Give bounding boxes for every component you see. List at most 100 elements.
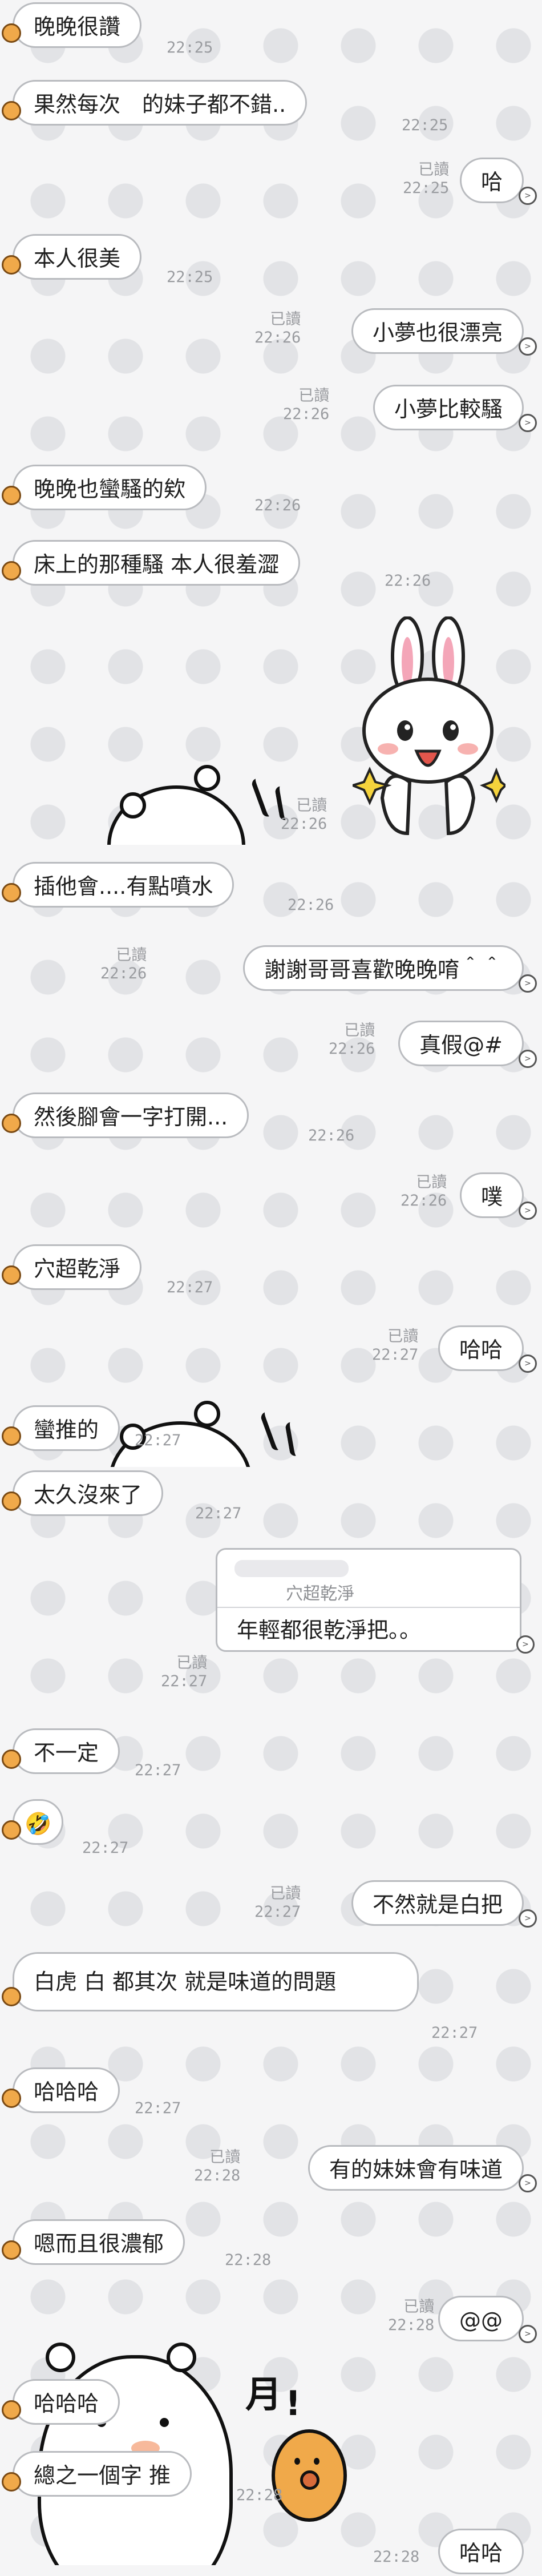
- quoted-text: 穴超乾淨: [286, 1584, 354, 1604]
- message-bubble-outgoing[interactable]: 哈 >: [459, 158, 537, 205]
- message-text: 不然就是白把: [372, 1892, 503, 1917]
- sender-avatar-icon: [2, 1426, 21, 1446]
- message-text: 太久沒來了: [34, 1482, 143, 1507]
- reply-message-card[interactable]: 穴超乾淨 年輕都很乾淨把。。 >: [216, 1548, 535, 1654]
- message-bubble-outgoing[interactable]: 小夢比較騷 >: [373, 385, 537, 432]
- message-meta: 已讀 22:25: [403, 161, 449, 197]
- message-text: 哈哈哈: [34, 2079, 99, 2105]
- message-bubble-outgoing[interactable]: 有的妹妹會有味道 >: [308, 2145, 537, 2192]
- sender-avatar-icon: [2, 1749, 21, 1769]
- message-text: 哈: [480, 170, 503, 195]
- message-meta: 已讀 22:26: [281, 797, 327, 833]
- message-text: 哈哈: [459, 2541, 503, 2566]
- message-timestamp: 22:27: [431, 2024, 478, 2042]
- read-receipt: 已讀: [270, 1885, 301, 1902]
- message-bubble-incoming[interactable]: 穴超乾淨: [2, 1244, 142, 1290]
- read-receipt: 已讀: [209, 2148, 241, 2166]
- message-bubble-outgoing[interactable]: 真假@# >: [398, 1021, 537, 1068]
- message-text: 果然每次 的妹子都不錯..: [34, 92, 286, 117]
- message-bubble-incoming[interactable]: 插他會....有點噴水: [2, 862, 234, 908]
- message-bubble-outgoing[interactable]: 噗 >: [459, 1172, 537, 1220]
- message-timestamp: 22:26: [254, 497, 301, 514]
- message-timestamp: 22:27: [135, 1432, 181, 1449]
- message-timestamp: 22:26: [401, 1192, 447, 1210]
- message-tail-icon: >: [519, 337, 537, 356]
- message-text: 總之一個字 推: [34, 2463, 171, 2488]
- message-meta: 已讀 22:27: [254, 1885, 301, 1921]
- sender-avatar-icon: [2, 2472, 21, 2492]
- message-text: 不一定: [34, 1740, 99, 1765]
- message-bubble-incoming[interactable]: 然後腳會一字打開...: [2, 1093, 249, 1138]
- quoted-message[interactable]: 穴超乾淨: [217, 1550, 520, 1608]
- message-text: 白虎 白 都其次 就是味道的問題: [34, 1969, 337, 1994]
- message-timestamp: 22:28: [373, 2548, 420, 2566]
- message-tail-icon: >: [519, 414, 537, 432]
- message-text: 小夢比較騷: [394, 397, 503, 422]
- message-timestamp: 22:27: [135, 2099, 181, 2117]
- message-bubble-incoming[interactable]: 太久沒來了: [2, 1470, 164, 1516]
- message-bubble-outgoing[interactable]: 謝謝哥哥喜歡晚晚唷＾＾ >: [242, 945, 537, 993]
- read-receipt: 已讀: [344, 1022, 375, 1039]
- message-bubble-outgoing[interactable]: 不然就是白把 >: [351, 1880, 537, 1928]
- message-timestamp: 22:26: [308, 1127, 355, 1144]
- message-row-incoming: 蠻推的 22:27: [0, 1398, 542, 1467]
- message-bubble-incoming[interactable]: 總之一個字 推: [2, 2451, 192, 2497]
- message-timestamp: 22:28: [225, 2251, 272, 2269]
- message-meta: 已讀 22:28: [388, 2298, 434, 2335]
- message-bubble-outgoing[interactable]: 小夢也很漂亮 >: [351, 308, 537, 356]
- read-receipt: 已讀: [176, 1654, 208, 1672]
- message-tail-icon: >: [516, 1635, 535, 1654]
- read-receipt: 已讀: [298, 387, 330, 405]
- message-timestamp: 22:27: [167, 1279, 213, 1296]
- message-timestamp: 22:26: [100, 965, 147, 982]
- cony-rabbit-sticker[interactable]: [353, 616, 505, 845]
- message-bubble-outgoing[interactable]: @@ >: [438, 2296, 537, 2343]
- message-timestamp: 22:26: [281, 815, 327, 833]
- peeking-bear-sticker: [97, 1398, 325, 1467]
- message-bubble-incoming[interactable]: 白虎 白 都其次 就是味道的問題: [2, 1952, 419, 2011]
- message-meta: 已讀 22:27: [372, 1328, 418, 1364]
- message-bubble-outgoing[interactable]: 哈哈: [438, 2529, 524, 2574]
- sender-avatar-icon: [2, 1265, 21, 1285]
- message-timestamp: 22:25: [167, 268, 213, 286]
- message-meta: 已讀 22:26: [283, 387, 329, 424]
- read-receipt: 已讀: [116, 946, 147, 964]
- sender-avatar-icon: [2, 1491, 21, 1511]
- message-timestamp: 22:26: [329, 1040, 375, 1058]
- message-timestamp: 22:25: [402, 116, 448, 134]
- sender-avatar-icon: [2, 1987, 21, 2006]
- message-meta: 已讀 22:26: [401, 1174, 447, 1210]
- message-bubble-incoming[interactable]: 哈哈哈: [2, 2379, 120, 2425]
- sender-avatar-icon: [2, 1820, 21, 1840]
- sender-avatar-icon: [2, 255, 21, 275]
- message-meta: 已讀 22:26: [100, 946, 147, 983]
- message-timestamp: 22:26: [385, 572, 431, 590]
- peeking-bear-sticker: [103, 765, 308, 845]
- message-bubble-incoming[interactable]: 床上的那種騷 本人很羞澀: [2, 540, 301, 586]
- message-text: 本人很美: [34, 246, 121, 271]
- message-timestamp: 22:28: [194, 2167, 241, 2184]
- message-bubble-incoming[interactable]: 果然每次 的妹子都不錯..: [2, 80, 308, 126]
- message-bubble-incoming[interactable]: 晚晚很讚: [2, 2, 142, 48]
- message-meta: 已讀 22:26: [254, 311, 301, 347]
- message-meta: 已讀 22:28: [194, 2148, 240, 2185]
- message-text: 哈哈: [459, 1337, 503, 1362]
- sender-avatar-icon: [2, 2089, 21, 2108]
- emoji-rofl-icon: 🤣: [25, 1811, 52, 1836]
- message-bubble-outgoing[interactable]: 哈哈 >: [438, 1325, 537, 1373]
- message-timestamp: 22:26: [288, 896, 334, 914]
- message-timestamp: 22:27: [161, 1672, 208, 1690]
- message-text: 真假@#: [419, 1033, 503, 1058]
- message-bubble-incoming[interactable]: 哈哈哈: [2, 2067, 120, 2113]
- message-text: 插他會....有點噴水: [34, 874, 213, 899]
- message-bubble-incoming[interactable]: 不一定: [2, 1728, 120, 1774]
- message-bubble-incoming[interactable]: 蠻推的: [2, 1405, 120, 1451]
- message-text: 床上的那種騷 本人很羞澀: [34, 552, 280, 577]
- message-meta: 已讀 22:26: [329, 1022, 375, 1058]
- message-bubble-incoming[interactable]: 本人很美: [2, 234, 142, 280]
- message-text: 謝謝哥哥喜歡晚晚唷＾＾: [264, 957, 503, 982]
- message-bubble-incoming[interactable]: 嗯而且很濃郁: [2, 2219, 185, 2265]
- message-bubble-incoming[interactable]: 晚晚也蠻騷的欸: [2, 465, 207, 510]
- sender-avatar-icon: [2, 101, 21, 120]
- message-bubble-incoming[interactable]: 🤣: [2, 1799, 64, 1845]
